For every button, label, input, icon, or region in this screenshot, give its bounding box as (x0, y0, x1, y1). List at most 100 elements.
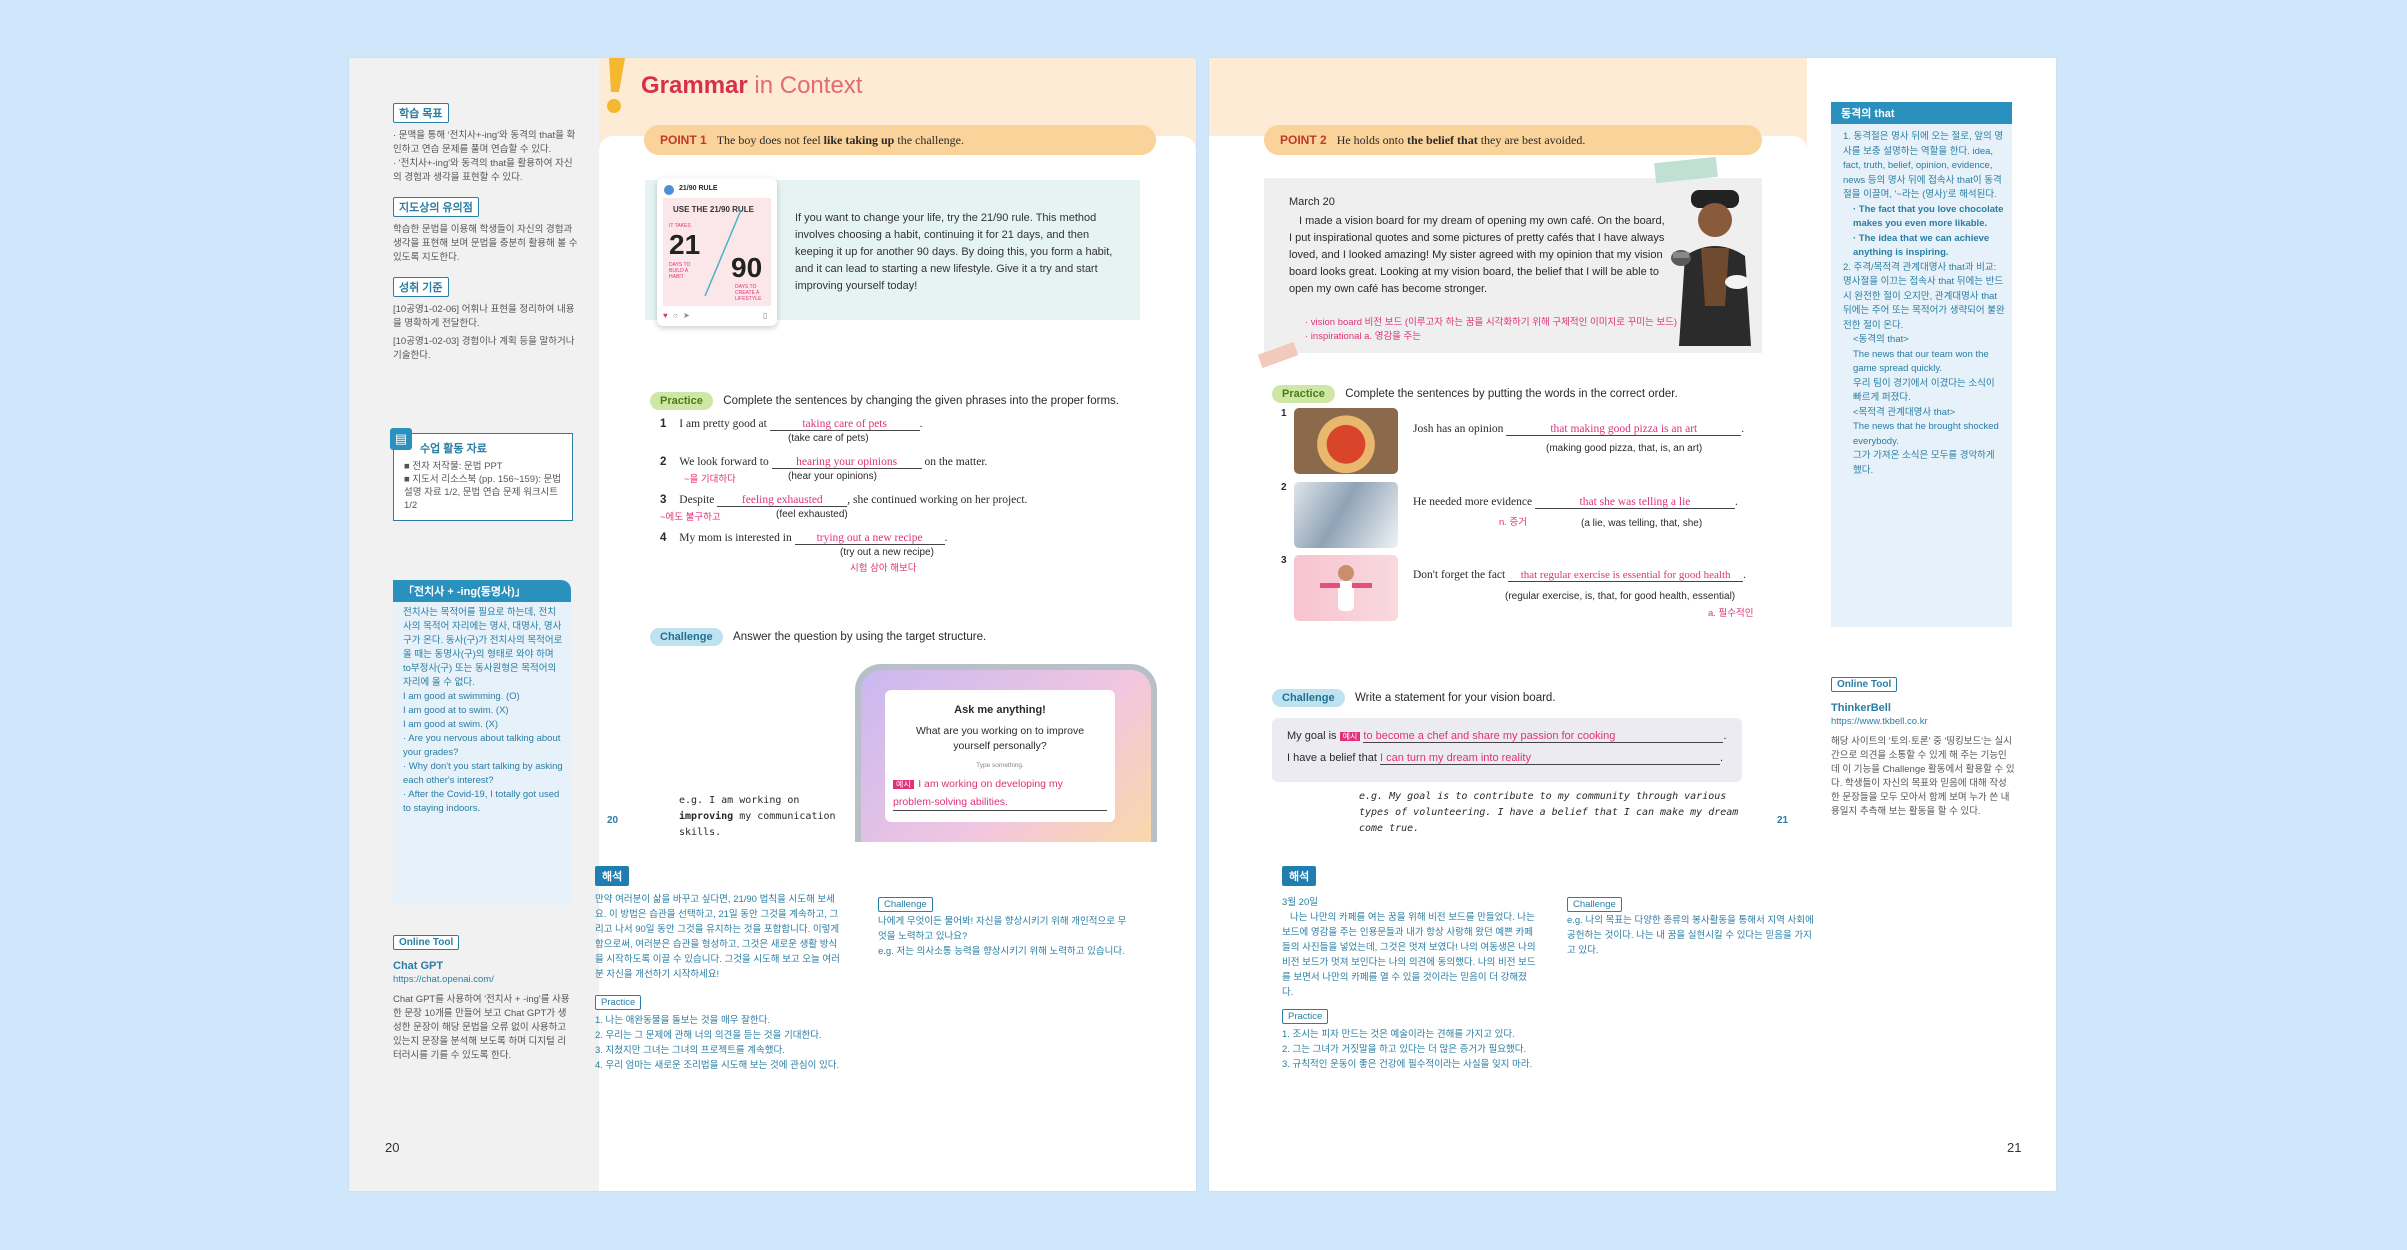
objectives-title: 학습 목표 (393, 103, 449, 123)
gerund-example: · After the Covid-19, I totally got used… (403, 789, 560, 814)
gerund-example: I am good at to swim. (X) (403, 705, 509, 716)
answer-blank[interactable]: hearing your opinions (771, 456, 922, 469)
pizza-photo (1294, 408, 1398, 474)
point-2-text-b: they are best avoided. (1477, 133, 1586, 147)
item-note: ~에도 불구하고 (660, 512, 721, 523)
diary-date: March 20 (1289, 196, 1335, 208)
item-before: Despite (679, 494, 715, 506)
phone-answer: I am working on developing my problem-so… (893, 778, 1063, 808)
tool-url[interactable]: https://www.tkbell.co.kr (1831, 716, 2015, 727)
translation-badge: 해석 (595, 866, 630, 886)
trans-practice-item: 4. 우리 엄마는 새로운 조리법을 시도해 보는 것에 관심이 있다. (595, 1060, 840, 1071)
trans-challenge-label: Challenge (878, 897, 933, 912)
appositive-example: 그가 가져온 소식은 모두를 경악하게 했다. (1853, 450, 1995, 476)
trans-practice-item: 1. 나는 애완동물을 돌보는 것을 매우 잘한다. (595, 1015, 770, 1026)
material-item: ■ 전자 저작물: 문법 PPT (404, 461, 503, 472)
inner-page-number: 20 (607, 815, 619, 826)
trans-challenge-eg: e.g. 저는 의사소통 능력을 향상시키기 위해 노력하고 있습니다. (878, 946, 1125, 957)
item-note: n. 증거 (1499, 517, 1528, 528)
point-1-label: POINT 1 (660, 133, 707, 147)
example-tag: 예시 (1339, 732, 1361, 741)
point-1-bar: POINT 1 The boy does not feel like taking… (644, 125, 1156, 155)
left-page: 학습 목표 · 문맥을 통해 '전치사+-ing'와 동격의 that을 확인하… (349, 58, 1196, 1191)
point-2-text-a: He holds onto (1336, 133, 1408, 147)
trans-challenge-text: 나에게 무엇이든 물어봐! 자신을 향상시키기 위해 개인적으로 무엇을 노력하… (878, 916, 1127, 942)
heart-icon[interactable]: ♥ (663, 311, 668, 320)
question-text: What are you working on to improve yours… (915, 725, 1085, 752)
item-before: We look forward to (679, 456, 769, 468)
tool-name: Chat GPT (393, 960, 444, 972)
vision-board-box (1272, 718, 1742, 782)
item-note: a. 필수적인 (1708, 608, 1754, 619)
appositive-example: <동격의 that> (1853, 334, 1909, 345)
answer-blank[interactable]: taking care of pets (769, 418, 920, 431)
answer-blank[interactable]: feeling exhausted (717, 494, 848, 507)
share-icon[interactable]: ➤ (683, 311, 690, 320)
gerund-note-title: 「전치사 + -ing(동명사)」 (393, 580, 571, 602)
appositive-example: The news that our team won the game spre… (1853, 348, 1989, 375)
card-left-bottom: DAYS TO BUILD A HABIT (669, 262, 691, 280)
point-1-text-a: The boy does not feel (716, 133, 824, 147)
gerund-example: I am good at swimming. (O) (403, 691, 520, 702)
tool-name: ThinkerBell (1831, 702, 1891, 714)
answer-blank[interactable]: that regular exercise is essential for g… (1508, 569, 1744, 582)
practice-item: 1 I am pretty good at taking care of pet… (660, 418, 1160, 456)
answer-blank[interactable]: that making good pizza is an art (1506, 423, 1742, 436)
item-hint: (hear your opinions) (788, 471, 877, 482)
card-right-num: 90 (731, 252, 763, 283)
diary-text: I made a vision board for my dream of op… (1289, 215, 1665, 295)
practice-instruction: Complete the sentences by changing the g… (723, 395, 1119, 407)
challenge-instruction: Write a statement for your vision board. (1355, 692, 1556, 704)
rule-card: 21/90 RULE USE THE 21/90 RULE IT TAKES 2… (657, 178, 777, 326)
objective-item: · 문맥을 통해 '전치사+-ing'와 동격의 that을 확인하고 연습 문… (393, 130, 576, 155)
online-tool-label: Online Tool (1831, 677, 1898, 692)
trans-practice-label: Practice (595, 995, 642, 1010)
practice-item: 2 We look forward to hearing your opinio… (660, 456, 1160, 494)
example-tag: 예시 (893, 780, 914, 789)
appositive-note-title: 동격의 that (1831, 102, 2012, 124)
translation-text: 나는 나만의 카페를 여는 꿈을 위해 비전 보드를 만들었다. 나는 보드에 … (1282, 912, 1536, 998)
answer-input[interactable]: 예시 I am working on developing my problem… (893, 774, 1107, 811)
trans-practice-item: 2. 그는 그녀가 거짓말을 하고 있다는 더 많은 증거가 필요했다. (1282, 1044, 1527, 1055)
appositive-example: <목적격 관계대명사 that> (1853, 406, 1956, 418)
goal-answer[interactable]: to become a chef and share my passion fo… (1363, 730, 1724, 743)
question-card: Ask me anything! What are you working on… (885, 690, 1115, 822)
notes-text: 학습한 문법을 이용해 학생들이 자신의 경험과 생각을 표현해 보며 문법을 … (393, 224, 578, 263)
item-hint: (regular exercise, is, that, for good he… (1505, 591, 1736, 602)
appositive-example: · The fact that you love chocolate makes… (1853, 203, 2004, 230)
standard-item: [10공영1-02-06] 어휘나 표현을 정리하여 내용을 명확하게 전달한다… (393, 304, 575, 329)
item-before: My mom is interested in (679, 532, 792, 544)
trans-practice-item: 3. 지쳤지만 그녀는 그녀의 프로젝트를 계속했다. (595, 1045, 785, 1056)
belief-answer[interactable]: I can turn my dream into reality (1379, 752, 1720, 765)
appositive-text: 2. 주격/목적격 관계대명사 that과 비교: 명사절을 이끄는 접속사 t… (1843, 261, 2005, 331)
goal-prefix: My goal is (1287, 730, 1337, 742)
item-after: , she continued working on her project. (847, 494, 1028, 506)
header-title-bold: Grammar (641, 72, 748, 99)
item-hint: (making good pizza, that, is, an art) (1546, 443, 1703, 454)
eg-label: e.g. (679, 795, 704, 806)
appositive-text: 1. 동격절은 명사 뒤에 오는 절로, 앞의 명사를 보충 설명하는 역할을 … (1843, 131, 2004, 200)
trans-practice-item: 3. 규칙적인 운동이 좋은 건강에 필수적이라는 사실을 잊지 마라. (1282, 1059, 1533, 1070)
practice-badge: Practice (650, 392, 713, 410)
avatar (664, 185, 674, 195)
bookmark-icon[interactable]: ▯ (763, 311, 767, 320)
item-after: on the matter. (924, 456, 988, 468)
gerund-example: I am good at swim. (X) (403, 719, 499, 730)
trans-challenge-label: Challenge (1567, 897, 1622, 912)
eg-text: My goal is to contribute to my community… (1359, 791, 1739, 834)
eg-text-a: I am working on (709, 795, 800, 806)
item-note: 시험 삼아 해보다 (850, 563, 917, 574)
item-number: 2 (660, 456, 667, 468)
comment-icon[interactable]: ○ (673, 311, 678, 320)
tool-url[interactable]: https://chat.openai.com/ (393, 974, 573, 985)
challenge-badge: Challenge (650, 628, 723, 646)
answer-blank[interactable]: trying out a new recipe (794, 532, 945, 545)
point-1-text-bold: like taking up (823, 133, 895, 147)
answer-blank[interactable]: that she was telling a lie (1534, 496, 1735, 509)
appositive-example: The news that he brought shocked everybo… (1853, 421, 1999, 447)
vocab-item: · vision board 비전 보드 (이루고자 하는 꿈을 시각화하기 위… (1305, 317, 1678, 328)
practice-badge: Practice (1272, 385, 1335, 403)
card-right-bottom: DAYS TO CREATE A LIFESTYLE (735, 284, 762, 302)
practice-item: 3 Despite feeling exhausted, she continu… (660, 494, 1160, 532)
vocab-item: · inspirational a. 영감을 주는 (1305, 331, 1422, 342)
